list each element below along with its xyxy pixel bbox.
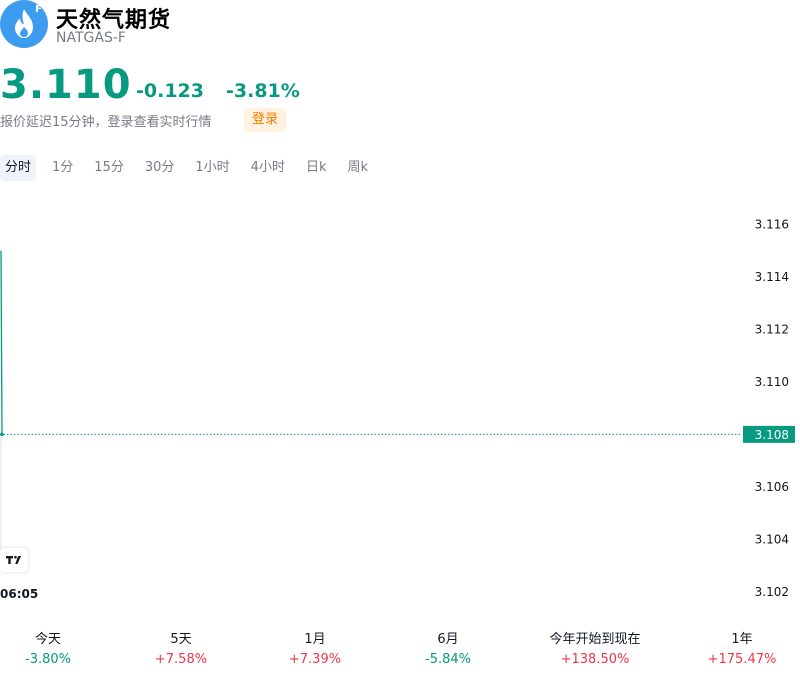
period-performance: 今年开始到现在 +138.50% (545, 630, 645, 670)
last-price-label: 3.108 (755, 428, 789, 442)
period-label: 1年 (731, 632, 753, 647)
period-performance: 1月 +7.39% (265, 630, 365, 670)
x-tick-label: 06:05 (0, 587, 38, 601)
y-tick-label: 3.104 (755, 532, 789, 546)
period-change: +138.50% (560, 652, 630, 667)
interval-tab[interactable]: 周k (342, 155, 373, 181)
interval-tab[interactable]: 4小时 (246, 155, 290, 181)
period-performance: 1年 +175.47% (692, 630, 792, 670)
period-performance: 5天 +7.58% (131, 630, 231, 670)
period-label: 6月 (437, 632, 459, 647)
y-tick-label: 3.112 (755, 322, 789, 336)
instrument-logo: F (0, 0, 48, 48)
period-change: +7.58% (154, 652, 208, 667)
price-line (0, 250, 3, 435)
interval-tab[interactable]: 1小时 (190, 155, 234, 181)
period-label: 1月 (304, 632, 326, 647)
period-change: +175.47% (707, 652, 777, 667)
login-button[interactable]: 登录 (244, 108, 287, 132)
price-change-percent: -3.81% (226, 80, 300, 102)
logo-badge: F (35, 4, 42, 15)
period-performance: 今天 -3.80% (0, 630, 98, 670)
price-change: -0.123 (136, 80, 204, 102)
period-change: -3.80% (25, 652, 71, 667)
period-performance: 6月 -5.84% (398, 630, 498, 670)
performance-summary: 今天 -3.80% 5天 +7.58% 1月 +7.39% 6月 -5.84% 今年开始到现在 +… (0, 630, 800, 674)
y-tick-label: 3.116 (755, 217, 789, 231)
tradingview-icon (6, 555, 21, 564)
period-label: 今年开始到现在 (549, 632, 641, 647)
period-label: 5天 (170, 632, 192, 647)
instrument-ticker: NATGAS-F (56, 30, 126, 46)
tradingview-logo[interactable] (0, 548, 28, 572)
period-change: +7.39% (288, 652, 342, 667)
interval-tab[interactable]: 15分 (89, 155, 129, 181)
last-price: 3.110 (0, 62, 132, 108)
y-tick-label: 3.102 (755, 585, 789, 599)
interval-tab[interactable]: 30分 (140, 155, 180, 181)
delay-notice: 报价延迟15分钟，登录查看实时行情 (0, 115, 212, 130)
y-tick-label: 3.106 (755, 480, 789, 494)
interval-tab[interactable]: 日k (301, 155, 332, 181)
interval-tab[interactable]: 1分 (47, 155, 78, 181)
period-label: 今天 (34, 632, 61, 647)
interval-tab[interactable]: 分时 (0, 155, 37, 181)
y-tick-label: 3.110 (755, 375, 789, 389)
interval-tabs: 分时 1分 15分 30分 1小时 4小时 日k 周k (0, 155, 384, 181)
price-chart[interactable]: 3.116 3.114 3.112 3.110 3.108 3.106 3.104 3.102… (0, 185, 800, 605)
period-change: -5.84% (425, 652, 471, 667)
y-tick-label: 3.114 (755, 270, 789, 284)
